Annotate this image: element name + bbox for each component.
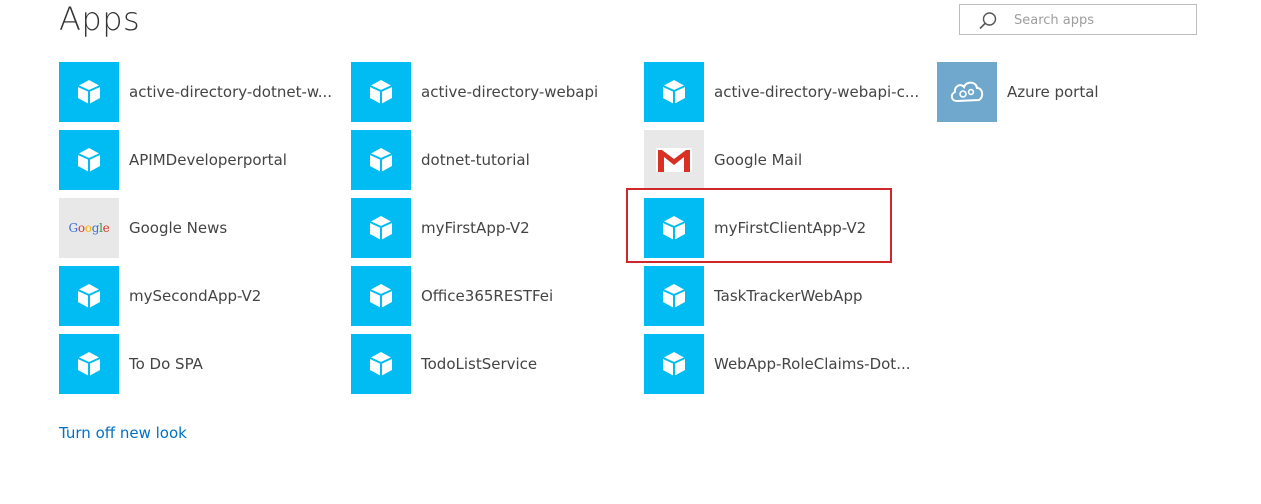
app-label: TodoListService bbox=[421, 355, 538, 373]
turn-off-new-look-link[interactable]: Turn off new look bbox=[59, 424, 187, 442]
app-tile[interactable]: active-directory-webapi-c... bbox=[644, 62, 919, 122]
cube-icon bbox=[644, 334, 704, 394]
app-label: TaskTrackerWebApp bbox=[714, 287, 863, 305]
app-label: myFirstApp-V2 bbox=[421, 219, 530, 237]
app-tile[interactable]: Office365RESTFei bbox=[351, 266, 553, 326]
search-box[interactable] bbox=[959, 4, 1197, 35]
app-label: Office365RESTFei bbox=[421, 287, 554, 305]
app-label: active-directory-webapi-c... bbox=[714, 83, 920, 101]
google-logo-text: Google bbox=[68, 221, 110, 235]
app-tile[interactable]: TaskTrackerWebApp bbox=[644, 266, 863, 326]
page-title: Apps bbox=[59, 0, 141, 38]
app-label: active-directory-dotnet-w... bbox=[129, 83, 333, 101]
cube-icon bbox=[644, 62, 704, 122]
cube-icon bbox=[59, 130, 119, 190]
app-label: dotnet-tutorial bbox=[421, 151, 530, 169]
app-label: To Do SPA bbox=[129, 355, 203, 373]
app-tile[interactable]: active-directory-webapi bbox=[351, 62, 598, 122]
app-tile[interactable]: Google Google News bbox=[59, 198, 227, 258]
app-tile[interactable]: active-directory-dotnet-w... bbox=[59, 62, 332, 122]
highlight-box bbox=[626, 188, 892, 263]
app-label: Azure portal bbox=[1007, 83, 1099, 101]
google-logo-icon: Google bbox=[59, 198, 119, 258]
app-tile[interactable]: WebApp-RoleClaims-Dot... bbox=[644, 334, 911, 394]
cube-icon bbox=[351, 198, 411, 258]
search-icon bbox=[979, 12, 997, 30]
app-tile[interactable]: APIMDeveloperportal bbox=[59, 130, 287, 190]
app-tile[interactable]: To Do SPA bbox=[59, 334, 203, 394]
search-input[interactable] bbox=[1014, 9, 1189, 31]
cube-icon bbox=[351, 62, 411, 122]
app-tile[interactable]: myFirstApp-V2 bbox=[351, 198, 530, 258]
app-label: APIMDeveloperportal bbox=[129, 151, 287, 169]
cube-icon bbox=[644, 266, 704, 326]
app-tile[interactable]: dotnet-tutorial bbox=[351, 130, 530, 190]
apps-page: Apps active-directory-dotnet-w... APIMDe… bbox=[0, 0, 1261, 504]
cloud-gear-icon bbox=[937, 62, 997, 122]
gmail-icon bbox=[644, 130, 704, 190]
app-label: active-directory-webapi bbox=[421, 83, 599, 101]
app-label: Google News bbox=[129, 219, 228, 237]
app-tile[interactable]: mySecondApp-V2 bbox=[59, 266, 261, 326]
cube-icon bbox=[351, 130, 411, 190]
app-label: Google Mail bbox=[714, 151, 803, 169]
cube-icon bbox=[351, 334, 411, 394]
app-tile[interactable]: Azure portal bbox=[937, 62, 1099, 122]
cube-icon bbox=[59, 334, 119, 394]
app-label: mySecondApp-V2 bbox=[129, 287, 262, 305]
cube-icon bbox=[351, 266, 411, 326]
app-tile[interactable]: Google Mail bbox=[644, 130, 802, 190]
cube-icon bbox=[59, 266, 119, 326]
app-label: WebApp-RoleClaims-Dot... bbox=[714, 355, 911, 373]
app-tile[interactable]: TodoListService bbox=[351, 334, 537, 394]
cube-icon bbox=[59, 62, 119, 122]
